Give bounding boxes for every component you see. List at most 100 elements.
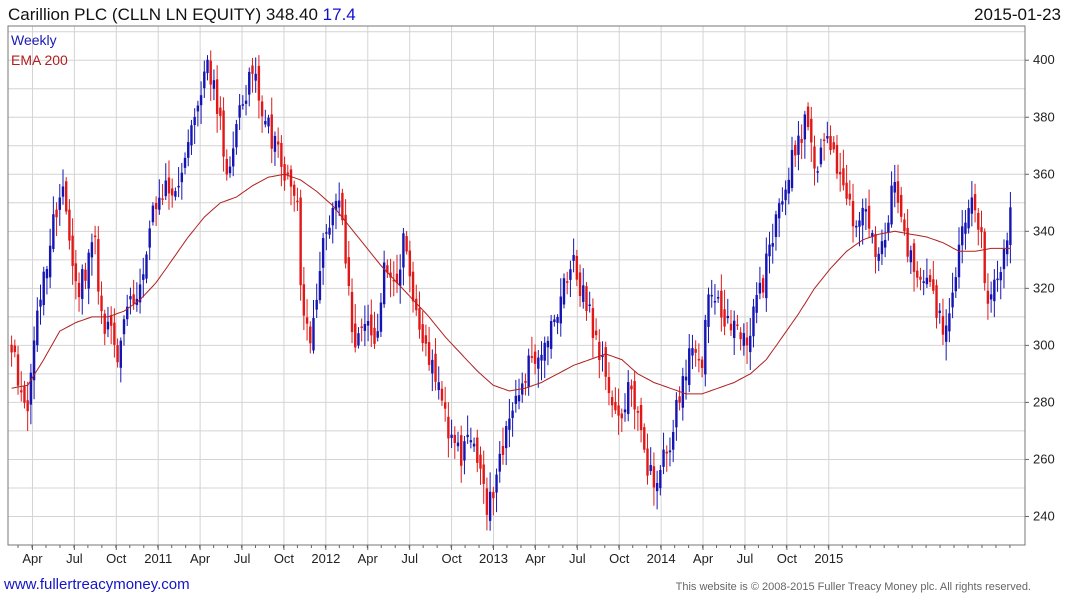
candle bbox=[588, 291, 591, 313]
candle bbox=[106, 306, 110, 338]
candle bbox=[472, 437, 476, 452]
candle bbox=[961, 210, 964, 264]
candle-body bbox=[424, 335, 428, 344]
candle-body bbox=[209, 60, 212, 85]
candle-body bbox=[964, 222, 967, 234]
candle bbox=[887, 215, 890, 241]
candle-body bbox=[585, 286, 588, 312]
candle-body bbox=[810, 118, 813, 143]
candle bbox=[408, 240, 412, 293]
candle-body bbox=[488, 491, 492, 521]
candle-body bbox=[325, 232, 328, 234]
candle-body bbox=[851, 201, 855, 227]
candle-body bbox=[986, 290, 990, 304]
candle bbox=[209, 50, 212, 101]
candle bbox=[925, 258, 929, 288]
candle-body bbox=[694, 348, 697, 353]
candle bbox=[276, 127, 280, 158]
candle-body bbox=[973, 194, 977, 211]
candle-body bbox=[119, 340, 122, 368]
candle-body bbox=[90, 242, 94, 258]
candle-body bbox=[270, 114, 273, 149]
candle-body bbox=[71, 235, 74, 266]
candle bbox=[100, 281, 103, 324]
candle-body bbox=[594, 330, 598, 336]
candle bbox=[919, 267, 922, 291]
candle-body bbox=[109, 315, 113, 326]
candle-body bbox=[559, 296, 562, 324]
candle bbox=[273, 131, 277, 166]
candle bbox=[142, 257, 145, 298]
candle-body bbox=[312, 317, 315, 351]
candle bbox=[803, 110, 807, 159]
candle bbox=[826, 121, 829, 144]
candle bbox=[598, 329, 601, 379]
candle bbox=[431, 349, 434, 392]
candle bbox=[540, 341, 543, 381]
candle-body bbox=[977, 212, 980, 230]
candle bbox=[488, 472, 492, 531]
plot-frame bbox=[7, 25, 1026, 546]
candle bbox=[260, 95, 264, 133]
candle-body bbox=[662, 449, 665, 467]
candle-body bbox=[922, 281, 925, 284]
candle bbox=[219, 96, 222, 130]
candle-body bbox=[861, 207, 864, 226]
candle-body bbox=[537, 357, 540, 369]
candle bbox=[524, 373, 527, 396]
candle bbox=[36, 297, 39, 352]
candle-body bbox=[970, 197, 974, 214]
candle-body bbox=[582, 285, 585, 302]
candle-body bbox=[501, 445, 505, 455]
candle bbox=[402, 228, 405, 286]
x-tick-label: 2012 bbox=[311, 551, 340, 566]
candle-body bbox=[482, 464, 485, 484]
candle bbox=[103, 309, 106, 346]
candle-body bbox=[199, 95, 203, 106]
candle-body bbox=[980, 227, 983, 233]
candle bbox=[154, 196, 158, 227]
candle bbox=[29, 363, 33, 425]
candle-body bbox=[912, 243, 916, 272]
candle bbox=[58, 183, 61, 226]
candle bbox=[13, 339, 17, 358]
candle-body bbox=[84, 269, 87, 281]
candle bbox=[296, 187, 299, 212]
candle bbox=[980, 210, 983, 249]
candle bbox=[819, 138, 823, 168]
candle bbox=[900, 186, 903, 223]
candle-body bbox=[948, 313, 951, 332]
candle-body bbox=[668, 450, 672, 453]
candle-body bbox=[739, 332, 742, 340]
candle bbox=[379, 293, 383, 338]
x-tick-label: Oct bbox=[274, 551, 295, 566]
candle bbox=[485, 477, 489, 531]
candle bbox=[257, 55, 261, 119]
candle-body bbox=[643, 427, 646, 450]
candle-body bbox=[909, 250, 913, 263]
candle bbox=[707, 287, 710, 344]
candle-body bbox=[514, 395, 518, 404]
candle-body bbox=[421, 324, 424, 344]
candle-body bbox=[379, 302, 383, 332]
candle-body bbox=[877, 253, 880, 261]
candle bbox=[492, 486, 495, 516]
x-tick-label: Oct bbox=[777, 551, 798, 566]
candle bbox=[434, 338, 437, 391]
candle-body bbox=[919, 276, 922, 280]
website-link[interactable]: www.fullertreacymoney.com bbox=[4, 576, 190, 593]
candle bbox=[286, 164, 289, 180]
x-tick-label: 2013 bbox=[479, 551, 508, 566]
candle bbox=[466, 415, 469, 444]
candle bbox=[675, 392, 678, 441]
candle-body bbox=[77, 282, 81, 298]
candle-body bbox=[636, 411, 640, 413]
candle-body bbox=[440, 388, 444, 401]
candle bbox=[437, 366, 440, 400]
candle-body bbox=[652, 466, 656, 488]
candle-body bbox=[13, 345, 17, 353]
candle-body bbox=[276, 141, 280, 145]
x-tick-label: Apr bbox=[525, 551, 546, 566]
candle bbox=[572, 238, 575, 273]
price-chart: 240 260 280 300 320 340 360 380 400 Apr Jul Oct 201… bbox=[7, 25, 1055, 566]
